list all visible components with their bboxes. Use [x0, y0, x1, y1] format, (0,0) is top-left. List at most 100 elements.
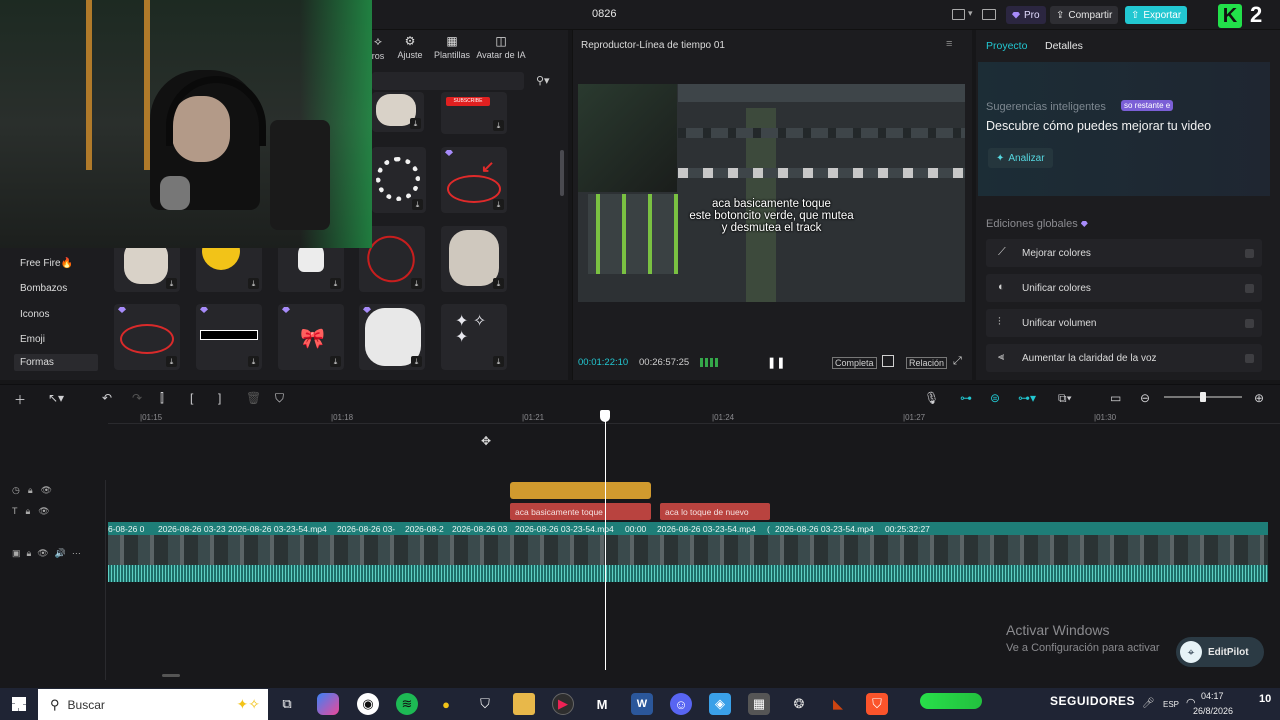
- add-icon[interactable]: ＋: [14, 391, 26, 408]
- sticker-loading-tile[interactable]: ⤓: [372, 147, 426, 213]
- toggle-switch[interactable]: [1245, 284, 1254, 293]
- enhance-colors-row[interactable]: ⟋ Mejorar colores: [986, 239, 1262, 267]
- menu-icon[interactable]: ≡: [946, 38, 952, 50]
- microphone-tray-icon[interactable]: 🎤︎: [1142, 698, 1155, 709]
- select-tool-icon[interactable]: ↖▾: [48, 391, 64, 405]
- tab-templates[interactable]: ▦ Plantillas: [432, 34, 472, 60]
- horizontal-scrollbar[interactable]: [162, 674, 180, 677]
- zoom-slider-handle[interactable]: [1200, 392, 1206, 402]
- app-yellow-icon[interactable]: ●: [435, 693, 457, 715]
- download-icon[interactable]: ⤓: [248, 278, 259, 289]
- download-icon[interactable]: ⤓: [493, 199, 504, 210]
- discord-icon[interactable]: ☺: [670, 693, 692, 715]
- shield-app-icon[interactable]: ⛉: [474, 693, 496, 715]
- sticker-laughing-cat-tile[interactable]: ⤓: [359, 304, 425, 370]
- category-emoji[interactable]: Emoji: [20, 334, 45, 345]
- sticker-glasses-cat-tile[interactable]: ⤓: [441, 226, 507, 292]
- download-icon[interactable]: ⤓: [330, 356, 341, 367]
- sticker-red-ellipse-tile[interactable]: ⤓: [114, 304, 180, 370]
- share-button[interactable]: ⇪ Compartir: [1050, 6, 1119, 24]
- text-clip-1[interactable]: aca basicamente toque: [510, 503, 651, 520]
- download-icon[interactable]: ⤓: [166, 356, 177, 367]
- text-clip-2[interactable]: aca lo toque de nuevo: [660, 503, 770, 520]
- download-icon[interactable]: ⤓: [493, 356, 504, 367]
- sticker-cat-tile[interactable]: ⤓: [372, 92, 424, 132]
- text-track-icons[interactable]: T🔒︎👁: [12, 506, 58, 517]
- store-icon[interactable]: ◈: [709, 693, 731, 715]
- unify-volume-row[interactable]: ⫶ Unificar volumen: [986, 309, 1262, 337]
- link-icon[interactable]: ⊶: [960, 391, 972, 405]
- download-icon[interactable]: ⤓: [412, 199, 423, 210]
- tab-project[interactable]: Proyecto: [986, 40, 1027, 52]
- windows-start-icon[interactable]: [12, 697, 26, 711]
- download-icon[interactable]: ⤓: [493, 120, 504, 131]
- editpilot-button[interactable]: ⌖ EditPilot: [1176, 637, 1264, 667]
- word-icon[interactable]: W: [631, 693, 653, 715]
- magnet-icon[interactable]: ⊜: [990, 391, 1000, 405]
- zoom-out-icon[interactable]: ⊖: [1140, 391, 1150, 405]
- brave-icon[interactable]: ⛉: [866, 693, 888, 715]
- fit-icon[interactable]: [882, 355, 894, 367]
- clock-time[interactable]: 04:17: [1201, 691, 1224, 701]
- layout-icon[interactable]: [952, 9, 965, 20]
- preview-axis-icon[interactable]: ⧉▾: [1058, 391, 1072, 406]
- toggle-switch[interactable]: [1245, 319, 1254, 328]
- playhead-line[interactable]: [605, 420, 606, 670]
- tab-details[interactable]: Detalles: [1045, 40, 1083, 52]
- search-bar[interactable]: [372, 72, 524, 90]
- pro-button[interactable]: Pro: [1006, 6, 1046, 24]
- category-formas[interactable]: Formas: [14, 354, 98, 371]
- sticker-clip[interactable]: [510, 482, 651, 499]
- sticker-subscribe-tile[interactable]: SUBSCRIBE ⤓: [441, 92, 507, 134]
- pause-button[interactable]: ❚❚: [767, 356, 785, 369]
- download-icon[interactable]: ⤓: [410, 118, 421, 129]
- analyze-button[interactable]: ✦ Analizar: [988, 148, 1053, 168]
- redo-icon[interactable]: ↷: [132, 391, 142, 405]
- m-app-icon[interactable]: M: [591, 693, 613, 715]
- shield-icon[interactable]: ⛉: [275, 391, 284, 406]
- tab-ai-avatar[interactable]: ◫ Avatar de IA: [474, 34, 528, 60]
- keyboard-icon[interactable]: [982, 9, 996, 20]
- clock-date[interactable]: 26/8/2026: [1193, 706, 1233, 716]
- taskbar-search[interactable]: ⚲ Buscar ✦✧: [38, 689, 268, 720]
- assets-scrollbar[interactable]: [560, 150, 564, 196]
- language-indicator[interactable]: ESP: [1163, 700, 1179, 709]
- app-red-icon[interactable]: ◣: [827, 693, 849, 715]
- task-view-icon[interactable]: ⧉: [276, 693, 298, 715]
- trim-left-icon[interactable]: [: [190, 391, 193, 405]
- download-icon[interactable]: ⤓: [330, 278, 341, 289]
- complete-button[interactable]: Completa: [832, 357, 877, 369]
- filter-icon[interactable]: ⚲▾: [536, 74, 550, 87]
- tab-adjust[interactable]: ⚙ Ajuste: [394, 34, 426, 60]
- sticker-bow-tile[interactable]: 🎀 ⤓: [278, 304, 344, 370]
- fullscreen-icon[interactable]: ⤢: [953, 355, 962, 368]
- voice-clarity-row[interactable]: ⫷ Aumentar la claridad de la voz: [986, 344, 1262, 372]
- category-free-fire[interactable]: Free Fire🔥: [20, 258, 73, 269]
- sticker-red-circle-arrow-tile[interactable]: ↙ ⤓: [441, 147, 507, 213]
- snap-icon[interactable]: ⊶▾: [1018, 391, 1036, 405]
- video-preview[interactable]: [578, 84, 965, 302]
- trim-right-icon[interactable]: ]: [218, 391, 221, 405]
- category-iconos[interactable]: Iconos: [20, 309, 49, 320]
- app-icon[interactable]: ❂: [788, 693, 810, 715]
- tab-effects[interactable]: ⟡ ros: [370, 34, 386, 61]
- delete-icon[interactable]: 🗑: [246, 391, 261, 405]
- toggle-switch[interactable]: [1245, 354, 1254, 363]
- zoom-in-icon[interactable]: ⊕: [1254, 391, 1264, 405]
- sticker-track-icons[interactable]: ◷🔒︎👁: [12, 485, 60, 496]
- download-icon[interactable]: ⤓: [411, 356, 422, 367]
- notification-count[interactable]: 10: [1259, 693, 1271, 705]
- file-explorer-icon[interactable]: [513, 693, 535, 715]
- chevron-down-icon[interactable]: ▾: [968, 8, 973, 19]
- download-icon[interactable]: ⤓: [166, 278, 177, 289]
- microphone-icon[interactable]: 🎙: [924, 391, 939, 405]
- ratio-button[interactable]: Relación: [906, 357, 948, 369]
- undo-icon[interactable]: ↶: [102, 391, 112, 405]
- thumbnail-icon[interactable]: ▭: [1110, 391, 1121, 405]
- media-player-icon[interactable]: ▶: [552, 693, 574, 715]
- obs-icon[interactable]: ◉: [357, 693, 379, 715]
- export-button[interactable]: ⇧ Exportar: [1125, 6, 1188, 24]
- download-icon[interactable]: ⤓: [248, 356, 259, 367]
- unify-colors-row[interactable]: ◐ Unificar colores: [986, 274, 1262, 302]
- sticker-pixel-glasses-tile[interactable]: ⤓: [196, 304, 262, 370]
